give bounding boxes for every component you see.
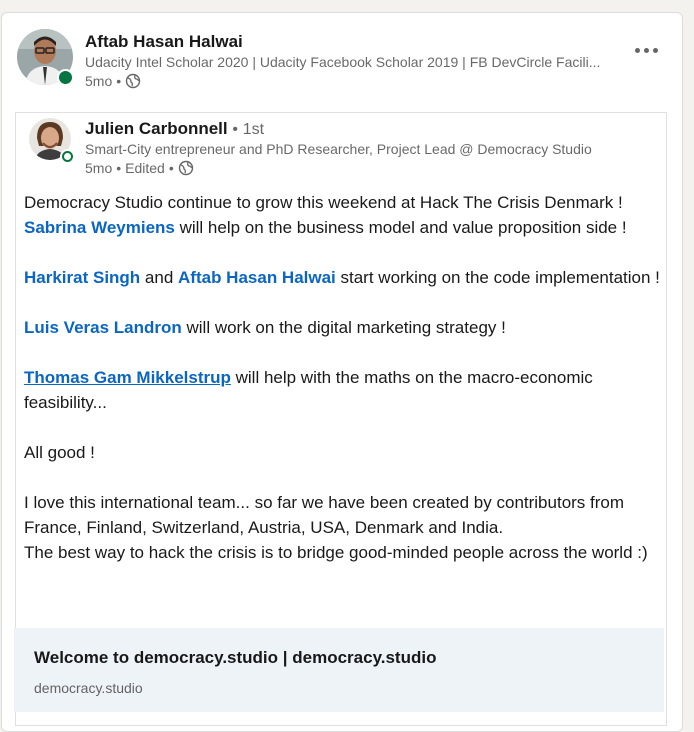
link-preview-title[interactable]: Welcome to democracy.studio | democracy.…: [34, 648, 436, 668]
post-line: All good !: [24, 443, 95, 462]
mention-link[interactable]: Sabrina Weymiens: [24, 218, 175, 237]
author-headline: Udacity Intel Scholar 2020 | Udacity Fac…: [85, 54, 601, 70]
link-preview-card[interactable]: Welcome to democracy.studio | democracy.…: [14, 628, 664, 712]
post-line: Sabrina Weymiens will help on the busine…: [24, 218, 627, 237]
author-meta: 5mo •: [85, 73, 141, 89]
post-body: Democracy Studio continue to grow this w…: [24, 190, 664, 565]
edited-label: Edited: [125, 160, 165, 176]
post-line: Luis Veras Landron will work on the digi…: [24, 318, 506, 337]
online-status-icon: [57, 69, 74, 86]
globe-icon: [178, 160, 194, 176]
mention-link[interactable]: Thomas Gam Mikkelstrup: [24, 368, 231, 387]
shared-author-name[interactable]: Julien Carbonnell: [85, 119, 228, 138]
more-options-icon[interactable]: [632, 43, 660, 57]
mention-link[interactable]: Luis Veras Landron: [24, 318, 182, 337]
online-status-icon: [62, 151, 73, 162]
meta-separator: •: [116, 73, 122, 89]
meta-separator: •: [116, 160, 122, 176]
post-line: The best way to hack the crisis is to br…: [24, 543, 648, 562]
shared-author-headline: Smart-City entrepreneur and PhD Research…: [85, 141, 592, 157]
shared-author-name-line: Julien Carbonnell • 1st: [85, 119, 264, 139]
degree-separator: •: [232, 121, 238, 138]
post-time: 5mo: [85, 73, 113, 89]
meta-separator: •: [168, 160, 174, 176]
globe-icon: [125, 73, 141, 89]
post-line: I love this international team... so far…: [24, 493, 625, 537]
mention-link[interactable]: Aftab Hasan Halwai: [178, 268, 336, 287]
post-line: Democracy Studio continue to grow this w…: [24, 193, 623, 212]
shared-author-meta: 5mo • Edited •: [85, 160, 194, 176]
mention-link[interactable]: Harkirat Singh: [24, 268, 140, 287]
connection-degree: 1st: [242, 121, 265, 138]
shared-post-time: 5mo: [85, 160, 113, 176]
link-preview-domain: democracy.studio: [34, 680, 143, 696]
post-line: Thomas Gam Mikkelstrup will help with th…: [24, 368, 593, 412]
author-name[interactable]: Aftab Hasan Halwai: [85, 32, 243, 52]
post-line: Harkirat Singh and Aftab Hasan Halwai st…: [24, 268, 660, 287]
